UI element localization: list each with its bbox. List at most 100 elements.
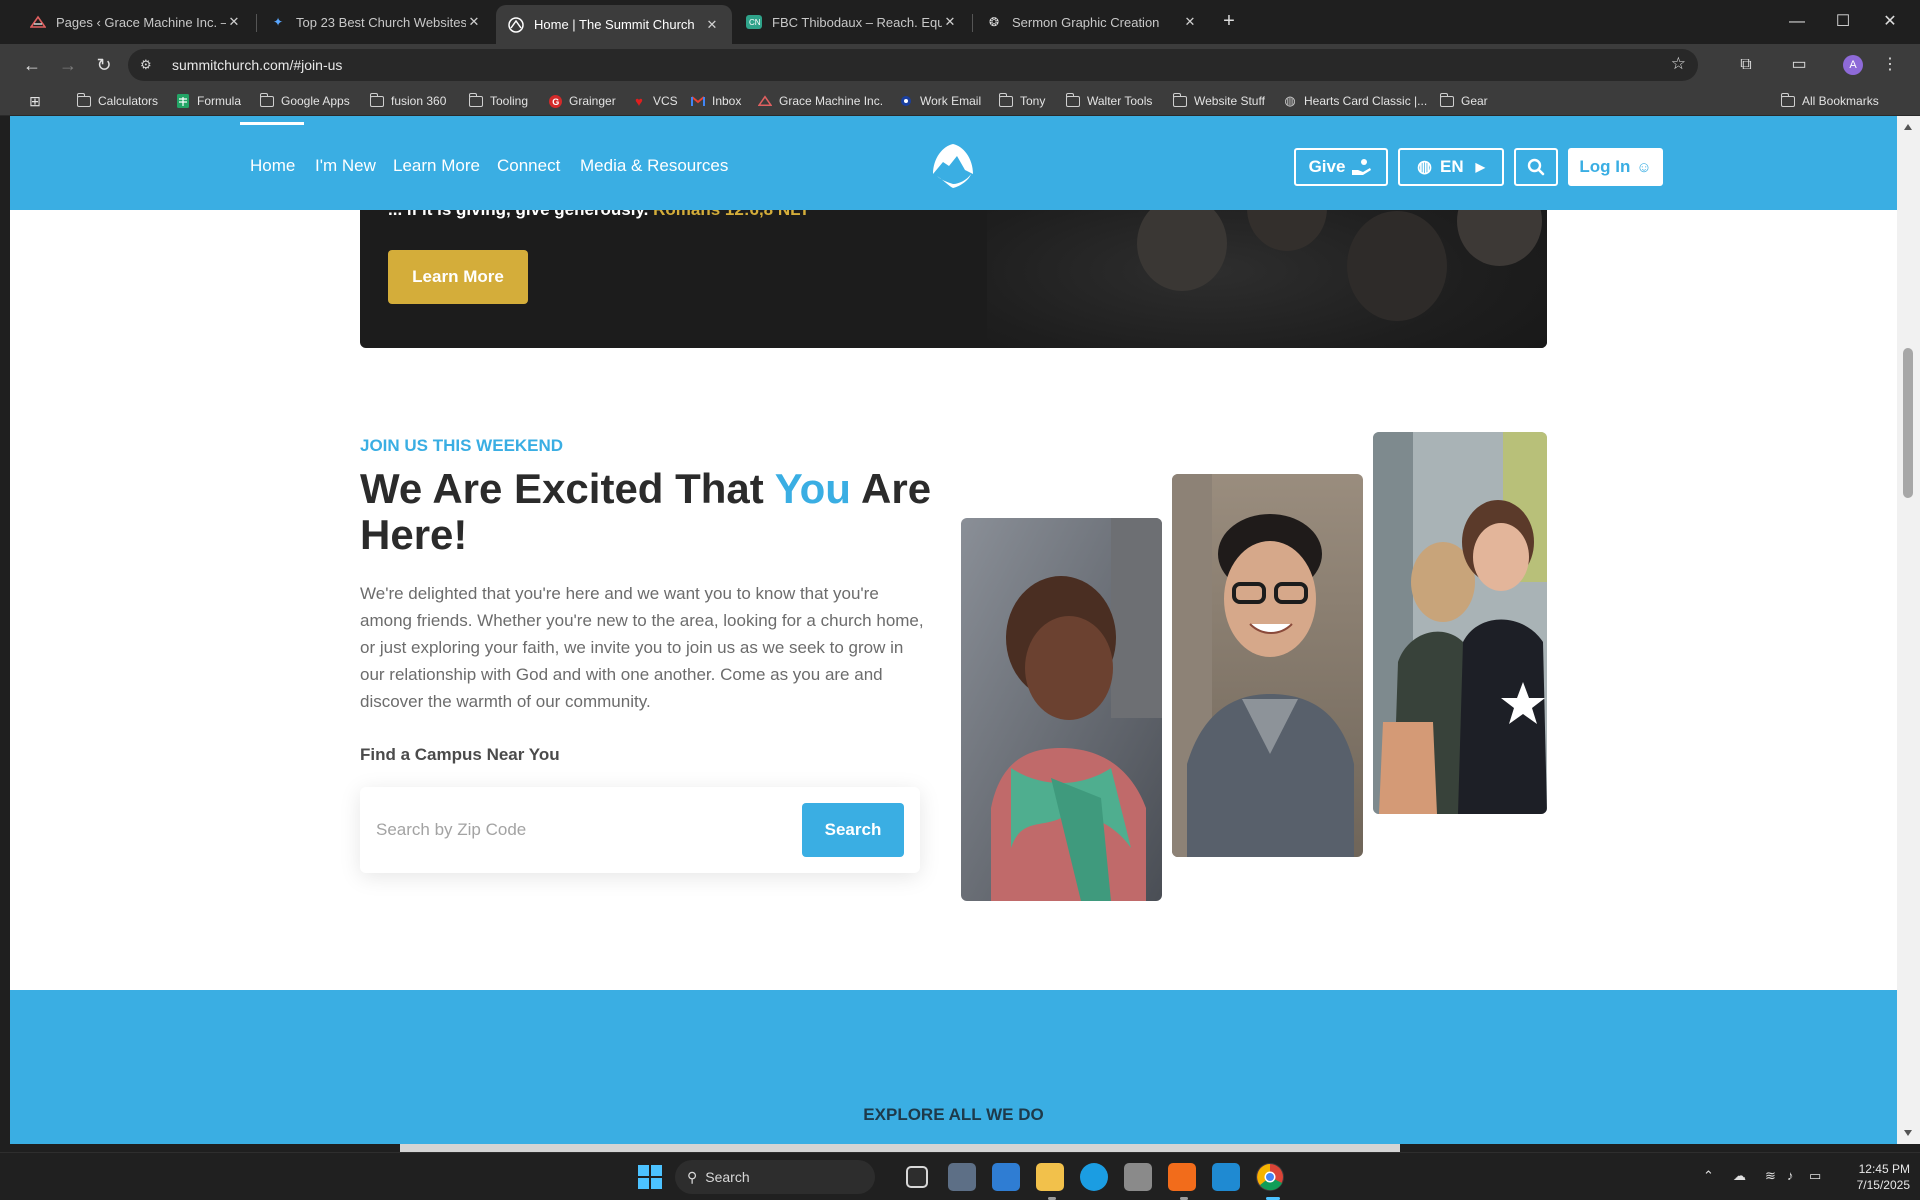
nav-im-new[interactable]: I'm New xyxy=(315,156,376,176)
campus-search-card: Search xyxy=(360,787,920,873)
tab-separator xyxy=(972,14,973,32)
globe-icon: ◍ xyxy=(1417,157,1432,176)
tab-summit-church[interactable]: Home | The Summit Church ✕ xyxy=(496,5,732,44)
minimize-icon[interactable]: — xyxy=(1777,8,1817,36)
headline-highlight: You xyxy=(774,465,851,512)
bookmark-formula[interactable]: Formula xyxy=(175,92,241,110)
photos-icon[interactable] xyxy=(992,1163,1020,1191)
close-tab-icon[interactable]: ✕ xyxy=(942,14,958,30)
folder-icon xyxy=(1172,92,1188,108)
sheets-icon xyxy=(175,94,191,108)
file-explorer-icon[interactable] xyxy=(1036,1163,1064,1191)
campus-finder-label: Find a Campus Near You xyxy=(360,745,560,764)
svg-text:CN: CN xyxy=(749,18,761,27)
close-tab-icon[interactable]: ✕ xyxy=(226,14,242,30)
taskbar-search[interactable]: ⚲ Search xyxy=(675,1160,875,1194)
close-tab-icon[interactable]: ✕ xyxy=(466,14,482,30)
login-button[interactable]: Log In ☺ xyxy=(1568,148,1663,186)
tab-sermon-graphic[interactable]: ❂ Sermon Graphic Creation ✕ xyxy=(974,5,1210,39)
volume-icon[interactable]: ♪ xyxy=(1787,1168,1794,1183)
tray-overflow-icon[interactable]: ⌃ xyxy=(1703,1168,1714,1184)
apps-grid-icon[interactable]: ⊞ xyxy=(27,92,49,110)
scroll-up-icon[interactable] xyxy=(1904,124,1912,130)
vscode-icon[interactable] xyxy=(1212,1163,1240,1191)
search-icon: ⚲ xyxy=(687,1168,698,1185)
close-tab-icon[interactable]: ✕ xyxy=(1182,14,1198,30)
cast-icon[interactable]: ▭ xyxy=(1787,53,1811,77)
language-button[interactable]: ◍ EN ▶ xyxy=(1398,148,1504,186)
reload-icon[interactable]: ↻ xyxy=(92,53,116,77)
bookmark-walter-tools[interactable]: Walter Tools xyxy=(1065,92,1152,110)
folder-icon xyxy=(1439,92,1455,108)
menu-icon[interactable]: ⋮ xyxy=(1878,53,1902,77)
bookmark-tooling[interactable]: Tooling xyxy=(468,92,528,110)
fusion-360-icon[interactable] xyxy=(1168,1163,1196,1191)
back-icon[interactable]: ← xyxy=(20,53,44,77)
battery-icon[interactable]: ▭ xyxy=(1809,1168,1821,1184)
site-header: Home I'm New Learn More Connect Media & … xyxy=(10,116,1897,210)
extensions-icon[interactable]: ⧉ xyxy=(1734,53,1758,77)
folder-icon xyxy=(259,92,275,108)
bookmark-work-email[interactable]: Work Email xyxy=(898,92,981,110)
photo-women-hugging xyxy=(1373,432,1547,814)
nav-learn-more[interactable]: Learn More xyxy=(393,156,480,176)
bookmark-website-stuff[interactable]: Website Stuff xyxy=(1172,92,1265,110)
chatgpt-icon: ❂ xyxy=(988,15,1000,29)
new-tab-icon[interactable]: + xyxy=(1215,8,1243,36)
site-info-icon[interactable]: ⚙ xyxy=(140,57,158,73)
bookmark-google-apps[interactable]: Google Apps xyxy=(259,92,350,110)
bookmark-tony[interactable]: Tony xyxy=(998,92,1045,110)
bookmark-calculators[interactable]: Calculators xyxy=(76,92,158,110)
bookmark-grainger[interactable]: G Grainger xyxy=(547,92,616,110)
folder-icon xyxy=(468,92,484,108)
bookmark-inbox[interactable]: Inbox xyxy=(690,92,741,110)
edge-icon[interactable] xyxy=(1080,1163,1108,1191)
give-button[interactable]: Give xyxy=(1294,148,1388,186)
summit-logo[interactable] xyxy=(927,140,979,192)
onedrive-icon[interactable]: ☁ xyxy=(1733,1168,1746,1184)
bookmark-all-bookmarks[interactable]: All Bookmarks xyxy=(1780,92,1879,110)
settings-icon[interactable] xyxy=(948,1163,976,1191)
bookmark-star-icon[interactable]: ☆ xyxy=(1671,54,1686,74)
bookmark-grace-machine[interactable]: Grace Machine Inc. xyxy=(757,92,883,110)
windows-start-icon[interactable] xyxy=(638,1165,662,1189)
tab-title: Pages ‹ Grace Machine Inc. — W xyxy=(56,14,226,30)
tab-fbc-thibodaux[interactable]: CN FBC Thibodaux – Reach. Equip. M ✕ xyxy=(734,5,970,39)
address-bar[interactable]: ⚙ summitchurch.com/#join-us ☆ xyxy=(128,49,1698,81)
profile-avatar[interactable]: A xyxy=(1843,55,1863,75)
maximize-icon[interactable]: ☐ xyxy=(1823,8,1863,36)
nav-home[interactable]: Home xyxy=(250,156,295,176)
wifi-icon[interactable]: ≋ xyxy=(1765,1168,1776,1184)
close-tab-icon[interactable]: ✕ xyxy=(704,17,720,33)
tab-church-websites[interactable]: ✦ Top 23 Best Church Websites of ✕ xyxy=(258,5,494,39)
horizontal-scrollbar[interactable] xyxy=(400,1144,1400,1152)
close-window-icon[interactable]: ✕ xyxy=(1870,8,1910,36)
tab-title: Home | The Summit Church xyxy=(534,17,695,32)
zip-code-input[interactable] xyxy=(376,803,776,857)
learn-more-button[interactable]: Learn More xyxy=(388,250,528,304)
page-scrollbar[interactable] xyxy=(1897,116,1920,1144)
scroll-down-icon[interactable] xyxy=(1904,1130,1912,1136)
bookmark-gear[interactable]: Gear xyxy=(1439,92,1488,110)
tab-separator xyxy=(256,14,257,32)
campus-search-button[interactable]: Search xyxy=(802,803,904,857)
section-headline: We Are Excited That You Are Here! xyxy=(360,465,932,558)
grace-machine-icon xyxy=(30,14,46,30)
bookmark-vcs[interactable]: ♥ VCS xyxy=(631,92,678,110)
bookmark-hearts-card[interactable]: ◍ Hearts Card Classic |... xyxy=(1282,92,1427,110)
nav-active-indicator xyxy=(240,122,304,125)
bookmark-fusion-360[interactable]: fusion 360 xyxy=(369,92,446,110)
task-view-icon[interactable] xyxy=(906,1166,928,1188)
forward-icon[interactable]: → xyxy=(56,53,80,77)
photo-smiling-man xyxy=(1172,474,1363,857)
caret-right-icon: ▶ xyxy=(1475,160,1485,174)
email-icon xyxy=(898,94,914,108)
nav-connect[interactable]: Connect xyxy=(497,156,560,176)
chrome-icon[interactable] xyxy=(1256,1163,1284,1191)
system-clock[interactable]: 12:45 PM 7/15/2025 xyxy=(1830,1161,1910,1193)
tab-grace-machine[interactable]: Pages ‹ Grace Machine Inc. — W ✕ xyxy=(18,5,254,39)
site-search-button[interactable] xyxy=(1514,148,1558,186)
app-icon[interactable] xyxy=(1124,1163,1152,1191)
scrollbar-thumb[interactable] xyxy=(1903,348,1913,498)
nav-media-resources[interactable]: Media & Resources xyxy=(580,156,728,176)
